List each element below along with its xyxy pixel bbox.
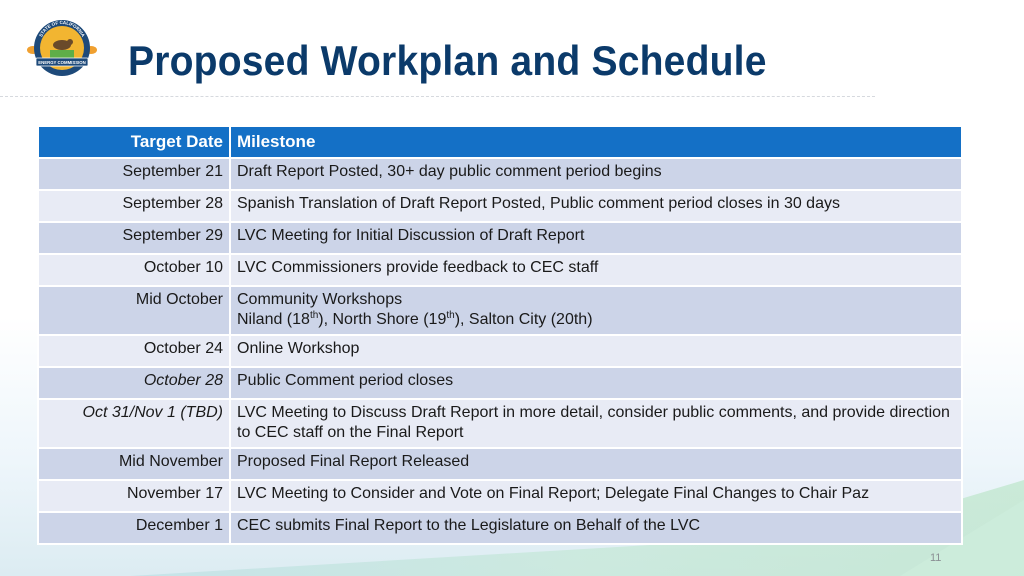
milestone-cell: LVC Meeting to Consider and Vote on Fina…: [229, 479, 963, 513]
target-date-cell: September 29: [37, 221, 231, 255]
ordinal-suffix: th: [446, 310, 455, 321]
milestone-title: Community Workshops: [237, 291, 403, 308]
milestone-cell: Spanish Translation of Draft Report Post…: [229, 189, 963, 223]
table-header-row: Target Date Milestone: [37, 125, 963, 159]
table-row: October 28 Public Comment period closes: [37, 366, 963, 400]
table-row: September 21 Draft Report Posted, 30+ da…: [37, 157, 963, 191]
target-date-cell: Oct 31/Nov 1 (TBD): [37, 398, 231, 449]
table-row: December 1 CEC submits Final Report to t…: [37, 511, 963, 545]
workshop-locations: Niland (18th), North Shore (19th), Salto…: [237, 310, 955, 330]
energy-commission-logo: ENERGY COMMISSION STATE OF CALIFORNIA: [24, 16, 100, 80]
target-date-cell: Mid October: [37, 285, 231, 336]
target-date-cell: Mid November: [37, 447, 231, 481]
milestone-cell: CEC submits Final Report to the Legislat…: [229, 511, 963, 545]
milestone-cell: Online Workshop: [229, 334, 963, 368]
milestone-cell: Proposed Final Report Released: [229, 447, 963, 481]
milestone-cell: LVC Meeting for Initial Discussion of Dr…: [229, 221, 963, 255]
table-row: Mid November Proposed Final Report Relea…: [37, 447, 963, 481]
target-date-cell: October 24: [37, 334, 231, 368]
header-target-date: Target Date: [37, 125, 231, 159]
table-row: October 24 Online Workshop: [37, 334, 963, 368]
location-niland: Niland (18: [237, 311, 310, 328]
location-north-shore: North Shore (19: [332, 311, 447, 328]
location-salton-city: Salton City (20th): [468, 311, 593, 328]
milestone-cell: LVC Commissioners provide feedback to CE…: [229, 253, 963, 287]
target-date-cell: October 28: [37, 366, 231, 400]
page-number: 11: [930, 552, 942, 564]
table-row: Oct 31/Nov 1 (TBD) LVC Meeting to Discus…: [37, 398, 963, 449]
table-row: November 17 LVC Meeting to Consider and …: [37, 479, 963, 513]
logo-banner-text: ENERGY COMMISSION: [38, 60, 85, 65]
milestone-cell: Draft Report Posted, 30+ day public comm…: [229, 157, 963, 191]
slide-title: Proposed Workplan and Schedule: [128, 37, 767, 84]
header-milestone: Milestone: [229, 125, 963, 159]
separator: ),: [318, 311, 333, 328]
target-date-cell: December 1: [37, 511, 231, 545]
target-date-cell: September 21: [37, 157, 231, 191]
table-row: September 29 LVC Meeting for Initial Dis…: [37, 221, 963, 255]
milestone-cell: Community Workshops Niland (18 th), North…: [229, 285, 963, 336]
title-divider: [0, 96, 875, 97]
target-date-cell: November 17: [37, 479, 231, 513]
table-row: September 28 Spanish Translation of Draf…: [37, 189, 963, 223]
target-date-cell: September 28: [37, 189, 231, 223]
table-row: October 10 LVC Commissioners provide fee…: [37, 253, 963, 287]
table-row: Mid October Community Workshops Niland (…: [37, 285, 963, 336]
milestone-cell: LVC Meeting to Discuss Draft Report in m…: [229, 398, 963, 449]
schedule-table: Target Date Milestone September 21 Draft…: [37, 125, 963, 545]
separator: ),: [454, 311, 469, 328]
milestone-cell: Public Comment period closes: [229, 366, 963, 400]
target-date-cell: October 10: [37, 253, 231, 287]
